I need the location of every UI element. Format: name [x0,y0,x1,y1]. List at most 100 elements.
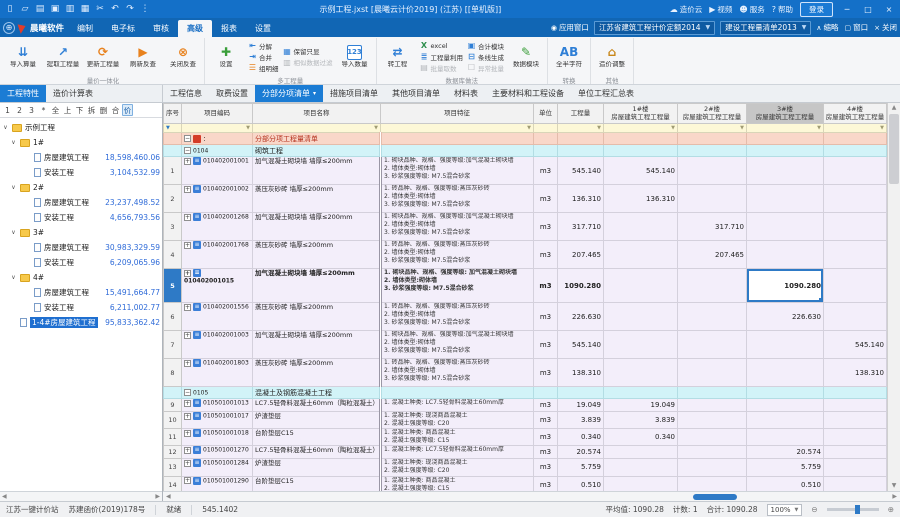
tree-node[interactable]: 1-4#房屋建筑工程95,833,362.42 [0,315,162,330]
copy-icon[interactable]: ▥ [64,3,76,15]
帮助-button[interactable]: ?帮助 [772,4,793,15]
feature-cell[interactable]: 1. 混凝土种类: 现浇商品混凝土2. 混凝土强度等级: C20 [381,412,534,429]
item-code-cell[interactable]: +≡010402001002 [182,185,253,213]
group-code-cell[interactable]: −： [182,133,253,145]
ribbon-button-条线生成[interactable]: ⊟条线生成 [467,52,504,62]
tree-tool-下[interactable]: 下 [74,104,85,116]
expand-icon[interactable]: + [184,447,191,454]
item-code-cell[interactable]: +≡010402001768 [182,241,253,269]
item-name-cell[interactable]: 蒸压灰砂砖 墙厚≤200mm [253,303,381,331]
item-code-cell[interactable]: +≡010402001556 [182,303,253,331]
sheet-tab-分部分项清单[interactable]: 分部分项清单▾ [255,85,323,102]
filter-icon[interactable]: ▼ [740,124,744,132]
ribbon-button-数据模块[interactable]: ✎数据模块 [508,45,544,68]
tree-node[interactable]: ∨1# [0,135,162,150]
building-qty-cell-b4[interactable] [824,241,887,269]
expand-arrow-icon[interactable]: ∨ [10,274,17,281]
sheet-tab-其他项目清单[interactable]: 其他项目清单 [385,85,447,102]
vscroll-thumb[interactable] [889,114,899,184]
tree-node[interactable]: 安装工程4,656,793.56 [0,210,162,225]
building-qty-cell-b1[interactable]: 19.049 [604,399,678,412]
tree-tool-合[interactable]: 合 [110,104,121,116]
building-qty-cell-b2[interactable] [678,185,747,213]
item-code-cell[interactable]: +≡010501001284 [182,459,253,476]
building-qty-cell-b2[interactable] [678,359,747,387]
maximize-button[interactable]: □ [861,5,875,14]
building-qty-cell-b1[interactable]: 136.310 [604,185,678,213]
building-qty-cell-b2[interactable] [678,269,747,303]
table-hscrollbar[interactable]: ◀ ▶ [163,491,900,501]
scroll-left-icon[interactable]: ◀ [166,493,171,500]
ribbon-button-工程量利用[interactable]: ≣工程量利用 [420,52,464,62]
scroll-up-icon[interactable]: ▲ [892,103,897,113]
item-code-cell[interactable]: +≡010501001018 [182,429,253,446]
building-qty-cell-b2[interactable] [678,303,747,331]
collapse-icon[interactable]: − [184,135,191,142]
qty-cell[interactable]: 0.510 [558,476,604,491]
nav-compass-icon[interactable]: ⊕ [3,22,15,34]
expand-arrow-icon[interactable]: ∨ [10,139,17,146]
building-qty-cell-b1[interactable] [604,446,678,459]
item-code-cell[interactable]: +≡010501001017 [182,412,253,429]
feature-cell[interactable]: 1. 混凝土种类: 现浇商品混凝土2. 混凝土强度等级: C20 [381,459,534,476]
tree-tool-全[interactable]: 全 [50,104,61,116]
building-qty-cell-b1[interactable]: 0.340 [604,429,678,446]
filter-icon[interactable]: ▼ [527,124,531,132]
item-name-cell[interactable]: 台阶垫层C15 [253,476,381,491]
tree-node[interactable]: 安装工程6,209,065.96 [0,255,162,270]
building-qty-cell-b4[interactable]: 138.310 [824,359,887,387]
building-qty-cell-b4[interactable] [824,269,887,303]
quota-select[interactable]: 江苏省建筑工程计价定额2014 ▼ [594,21,715,35]
tree-node[interactable]: 安装工程3,104,532.99 [0,165,162,180]
menu-tab-设置[interactable]: 设置 [246,20,280,37]
scroll-right-icon[interactable]: ▶ [892,493,897,500]
expand-icon[interactable]: + [184,304,191,311]
ribbon-button-造价调整[interactable]: ⌂造价调整 [594,45,630,68]
qty-cell[interactable]: 545.140 [558,331,604,359]
unit-cell[interactable]: m3 [534,412,558,429]
ribbon-button-组明细[interactable]: ☰组明细 [248,63,279,73]
row-number-cell[interactable]: 11 [164,429,182,446]
unit-cell[interactable]: m3 [534,157,558,185]
row-number-cell[interactable]: 1 [164,157,182,185]
building-qty-cell-b2[interactable]: 317.710 [678,213,747,241]
expand-icon[interactable]: + [184,242,191,249]
expand-icon[interactable]: + [184,158,191,165]
item-code-cell[interactable]: +≡010501001290 [182,476,253,491]
scroll-down-icon[interactable]: ▼ [892,481,897,491]
ribbon-button-excel[interactable]: Xexcel [420,41,464,51]
sheet-tab-取费设置[interactable]: 取费设置 [209,85,255,102]
qty-cell[interactable]: 20.574 [558,446,604,459]
building-qty-cell-b2[interactable] [678,399,747,412]
building-qty-cell-b1[interactable] [604,241,678,269]
filter-cell-code[interactable]: ▼ [182,124,253,133]
feature-cell[interactable]: 1. 砖品种、规格、强度等级:蒸压灰砂砖2. 墙体类型:砌体墙3. 砂浆强度等级… [381,185,534,213]
expand-arrow-icon[interactable]: ∨ [10,184,17,191]
filter-cell-b2[interactable]: ▼ [678,124,747,133]
building-qty-cell-b3[interactable] [747,185,824,213]
table-vscrollbar[interactable]: ▲ ▼ [887,103,900,491]
item-code-cell[interactable]: +≡010402001268 [182,213,253,241]
tree-node[interactable]: ∨4# [0,270,162,285]
building-qty-cell-b3[interactable] [747,412,824,429]
tree-tool-删[interactable]: 删 [98,104,109,116]
app-window-button[interactable]: ◉ 应用窗口 [551,22,589,33]
窗口-button[interactable]: ▢窗口 [845,22,869,33]
qty-cell[interactable]: 0.340 [558,429,604,446]
panel-tab-工程特性[interactable]: 工程特性 [0,85,46,102]
row-number-cell[interactable]: 8 [164,359,182,387]
unit-cell[interactable]: m3 [534,429,558,446]
feature-cell[interactable]: 1. 混凝土种类: LC7.5轻骨料混凝土60mm厚 [381,446,534,459]
brand-label[interactable]: 晨曦软件 [30,22,64,34]
tree-tool-价[interactable]: 价 [122,104,133,116]
building-qty-cell-b1[interactable] [604,476,678,491]
sheet-tab-工程信息[interactable]: 工程信息 [163,85,209,102]
minimize-button[interactable]: ─ [840,5,854,14]
menu-tab-审核[interactable]: 审核 [144,20,178,37]
building-qty-cell-b1[interactable] [604,359,678,387]
building-qty-cell-b3[interactable]: 1090.280 [747,269,824,303]
zoom-select[interactable]: 100% ▼ [767,504,803,516]
ribbon-button-刷新反查[interactable]: ▶刷新反查 [125,45,161,68]
building-qty-cell-b3[interactable] [747,331,824,359]
sheet-tab-措施项目清单[interactable]: 措施项目清单 [323,85,385,102]
